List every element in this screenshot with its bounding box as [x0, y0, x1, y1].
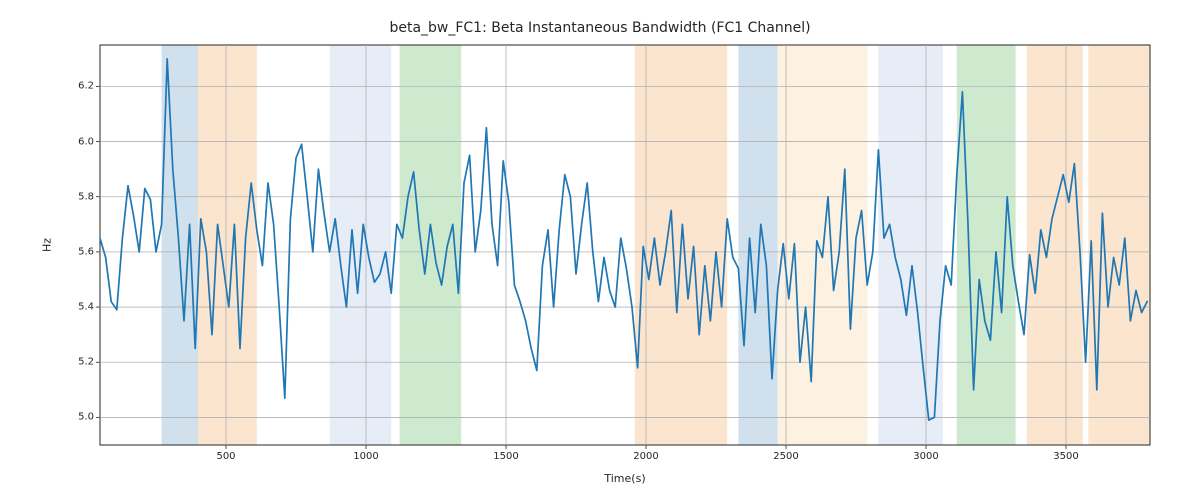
plot-svg	[100, 45, 1150, 445]
highlight-span	[198, 45, 257, 445]
y-tick-label: 5.0	[66, 412, 94, 423]
y-tick-label: 5.8	[66, 191, 94, 202]
highlight-span	[738, 45, 777, 445]
highlight-span	[957, 45, 1016, 445]
y-axis-label: Hz	[41, 238, 54, 252]
chart-title: beta_bw_FC1: Beta Instantaneous Bandwidt…	[0, 20, 1200, 36]
x-tick-label: 3000	[913, 451, 938, 462]
y-tick-label: 5.4	[66, 302, 94, 313]
x-tick-label: 2500	[773, 451, 798, 462]
y-tick-label: 6.0	[66, 136, 94, 147]
x-tick-label: 2000	[633, 451, 658, 462]
x-axis-label: Time(s)	[100, 472, 1150, 485]
x-tick-label: 1500	[493, 451, 518, 462]
x-tick-label: 500	[216, 451, 235, 462]
y-tick-label: 5.2	[66, 357, 94, 368]
axes: Time(s) Hz 500100015002000250030003500 5…	[100, 45, 1150, 445]
highlight-span	[878, 45, 942, 445]
x-tick-label: 1000	[353, 451, 378, 462]
y-tick-label: 5.6	[66, 246, 94, 257]
highlight-span	[1027, 45, 1083, 445]
highlight-span	[778, 45, 868, 445]
highlight-span	[400, 45, 462, 445]
figure: beta_bw_FC1: Beta Instantaneous Bandwidt…	[0, 0, 1200, 500]
highlight-span	[162, 45, 198, 445]
y-tick-label: 6.2	[66, 81, 94, 92]
x-tick-label: 3500	[1053, 451, 1078, 462]
